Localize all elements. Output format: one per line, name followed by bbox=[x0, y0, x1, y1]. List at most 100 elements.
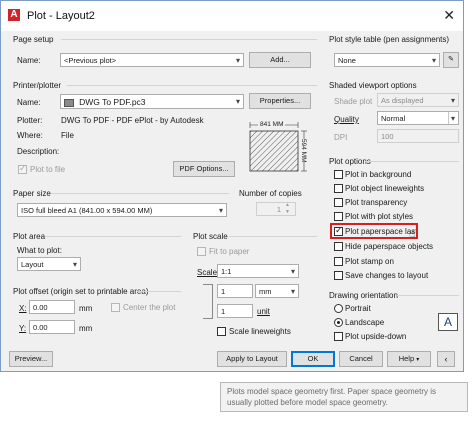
chevron-down-icon: ▾ bbox=[218, 206, 223, 215]
plot-lineweights-label: Plot object lineweights bbox=[345, 184, 425, 193]
paper-width-dim: 841 MM bbox=[258, 121, 286, 128]
dpi-label: DPI bbox=[334, 133, 348, 142]
cursor-icon: ☝ bbox=[409, 229, 416, 240]
dpi-input[interactable]: 100 bbox=[377, 129, 459, 143]
page-setup-title: Page setup bbox=[13, 35, 54, 44]
tooltip: Plots model space geometry first. Paper … bbox=[220, 382, 468, 412]
what-to-plot-combo[interactable]: Layout ▾ bbox=[17, 257, 81, 271]
quality-combo[interactable]: Normal ▾ bbox=[377, 111, 459, 125]
cancel-button[interactable]: Cancel bbox=[339, 351, 383, 367]
save-changes-checkbox[interactable] bbox=[334, 271, 343, 280]
divider bbox=[51, 193, 229, 194]
properties-button[interactable]: Properties... bbox=[249, 93, 311, 109]
help-button[interactable]: Help ▾ bbox=[387, 351, 431, 367]
upside-down-checkbox[interactable] bbox=[334, 332, 343, 341]
close-icon[interactable]: ✕ bbox=[443, 7, 455, 24]
where-value: File bbox=[61, 131, 74, 140]
printer-name-label: Name: bbox=[17, 98, 41, 107]
fit-to-paper-checkbox[interactable] bbox=[197, 247, 206, 256]
y-offset-input[interactable]: 0.00 bbox=[29, 320, 75, 334]
paper-size-combo[interactable]: ISO full bleed A1 (841.00 x 594.00 MM) ▾ bbox=[17, 203, 227, 217]
title-bar[interactable]: A Plot - Layout2 ✕ bbox=[1, 1, 463, 31]
pdf-options-button[interactable]: PDF Options... bbox=[173, 161, 235, 177]
description-label: Description: bbox=[17, 147, 60, 156]
shade-plot-label: Shade plot bbox=[334, 97, 373, 106]
scale-value1-input[interactable]: 1 bbox=[217, 284, 253, 298]
printer-name-value: DWG To PDF.pc3 bbox=[79, 97, 146, 107]
scale-label: Scale: bbox=[197, 268, 220, 277]
x-offset-input[interactable]: 0.00 bbox=[29, 300, 75, 314]
scale-lineweights-checkbox[interactable] bbox=[217, 327, 226, 336]
paper-size-value: ISO full bleed A1 (841.00 x 594.00 MM) bbox=[21, 206, 153, 215]
divider bbox=[61, 39, 317, 40]
landscape-radio[interactable] bbox=[334, 318, 343, 327]
scale-link-bracket bbox=[203, 284, 213, 319]
what-to-plot-value: Layout bbox=[21, 260, 44, 269]
divider bbox=[397, 295, 459, 296]
apply-to-layout-button[interactable]: Apply to Layout bbox=[217, 351, 287, 367]
copies-spinner-icon[interactable]: ▲ ▼ bbox=[285, 202, 290, 216]
quality-label: Quality bbox=[334, 115, 359, 124]
center-plot-label: Center the plot bbox=[123, 303, 176, 312]
shade-plot-combo[interactable]: As displayed ▾ bbox=[377, 93, 459, 107]
chevron-down-icon: ▾ bbox=[431, 56, 436, 65]
plot-to-file-checkbox[interactable] bbox=[18, 163, 27, 174]
scale-unit2-label: unit bbox=[257, 307, 270, 316]
hide-paperspace-checkbox[interactable] bbox=[334, 242, 343, 251]
portrait-radio[interactable] bbox=[334, 304, 343, 313]
scale-value2-input[interactable]: 1 bbox=[217, 304, 253, 318]
copies-title: Number of copies bbox=[239, 189, 302, 198]
plot-transparency-checkbox[interactable] bbox=[334, 198, 343, 207]
x-offset-label: X: bbox=[19, 304, 27, 313]
orientation-title: Drawing orientation bbox=[329, 291, 398, 300]
collapse-icon[interactable]: ‹ bbox=[437, 351, 455, 367]
style-table-title: Plot style table (pen assignments) bbox=[329, 35, 450, 44]
chevron-down-icon: ▾ bbox=[447, 112, 455, 124]
chevron-down-icon: ▾ bbox=[235, 97, 240, 106]
what-to-plot-label: What to plot: bbox=[17, 246, 62, 255]
plot-styles-label: Plot with plot styles bbox=[345, 212, 414, 221]
plot-styles-checkbox[interactable] bbox=[334, 212, 343, 221]
upside-down-label: Plot upside-down bbox=[345, 332, 407, 341]
quality-value: Normal bbox=[381, 114, 406, 123]
center-plot-checkbox[interactable] bbox=[111, 303, 120, 312]
ok-button[interactable]: OK bbox=[291, 351, 335, 367]
plot-area-title: Plot area bbox=[13, 232, 46, 241]
chevron-down-icon: ▾ bbox=[290, 267, 295, 276]
tooltip-text: Plots model space geometry first. Paper … bbox=[227, 387, 436, 407]
plot-stamp-checkbox[interactable] bbox=[334, 257, 343, 266]
divider bbox=[67, 85, 317, 86]
add-page-setup-button[interactable]: Add... bbox=[249, 52, 311, 68]
copies-input[interactable]: 1 bbox=[256, 202, 296, 216]
dropdown-arrow-icon: ▾ bbox=[416, 357, 420, 363]
plot-background-checkbox[interactable] bbox=[334, 170, 343, 179]
shaded-title: Shaded viewport options bbox=[329, 81, 417, 90]
scale-unit-combo[interactable]: mm ▾ bbox=[255, 284, 299, 298]
chevron-down-icon: ▾ bbox=[450, 96, 455, 105]
plotter-icon bbox=[64, 99, 74, 108]
plotter-value: DWG To PDF - PDF ePlot - by Autodesk bbox=[61, 116, 204, 125]
plot-dialog: A Plot - Layout2 ✕ Page setup Name: <Pre… bbox=[0, 0, 464, 372]
style-table-edit-icon[interactable]: ✎ bbox=[443, 52, 459, 68]
paper-preview: 841 MM 594 MM bbox=[246, 119, 316, 177]
plot-lineweights-checkbox[interactable] bbox=[334, 184, 343, 193]
chevron-down-icon: ▾ bbox=[235, 56, 240, 65]
page-setup-name-combo[interactable]: <Previous plot> ▾ bbox=[60, 53, 244, 67]
scale-unit-value: mm bbox=[259, 287, 272, 296]
printer-name-combo[interactable]: DWG To PDF.pc3 ▾ bbox=[60, 94, 244, 109]
window-title: Plot - Layout2 bbox=[27, 10, 95, 22]
landscape-label: Landscape bbox=[345, 318, 385, 327]
chevron-down-icon: ▾ bbox=[72, 260, 77, 269]
divider bbox=[137, 291, 181, 292]
plot-offset-title: Plot offset (origin set to printable are… bbox=[13, 287, 149, 296]
where-label: Where: bbox=[17, 131, 43, 140]
preview-button[interactable]: Preview... bbox=[9, 351, 53, 367]
paper-height-dim: 594 MM bbox=[300, 139, 307, 163]
autocad-logo-icon: A bbox=[8, 9, 20, 21]
shade-plot-value: As displayed bbox=[381, 96, 424, 105]
hide-paperspace-label: Hide paperspace objects bbox=[345, 242, 434, 251]
scale-combo[interactable]: 1:1 ▾ bbox=[217, 264, 299, 278]
style-table-combo[interactable]: None ▾ bbox=[334, 53, 440, 67]
scale-lineweights-label: Scale lineweights bbox=[229, 327, 291, 336]
fit-to-paper-label: Fit to paper bbox=[209, 247, 250, 256]
